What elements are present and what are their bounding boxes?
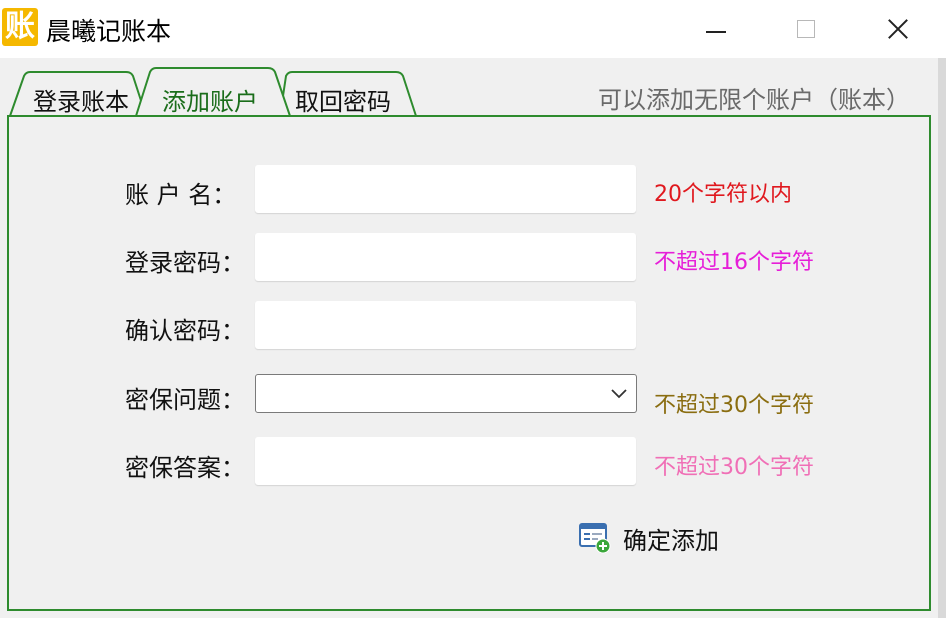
tab-recover-password[interactable]: 取回密码: [295, 82, 391, 117]
maximize-icon: [797, 20, 815, 38]
chevron-down-icon: [611, 389, 627, 399]
security-question-label: 密保问题：: [125, 386, 245, 414]
login-password-label: 登录密码：: [125, 249, 245, 277]
maximize-button[interactable]: [760, 0, 852, 58]
login-password-input[interactable]: [255, 233, 636, 281]
security-question-select[interactable]: [255, 374, 637, 413]
account-name-label: 账 户 名：: [125, 181, 237, 209]
close-icon: [887, 18, 909, 40]
window-right-edge: [938, 58, 946, 618]
app-logo-icon: 账: [2, 8, 38, 46]
tab-add-account[interactable]: 添加账户: [162, 82, 258, 117]
minimize-icon: [706, 31, 726, 33]
security-answer-hint: 不超过30个字符: [654, 455, 814, 480]
minimize-button[interactable]: [670, 0, 762, 58]
window-title: 晨曦记账本: [46, 17, 172, 46]
title-bar: 账 晨曦记账本: [0, 0, 946, 58]
confirm-add-label: 确定添加: [623, 527, 719, 555]
account-name-input[interactable]: [255, 165, 636, 213]
account-name-hint: 20个字符以内: [654, 182, 792, 207]
security-question-hint: 不超过30个字符: [654, 393, 814, 418]
security-answer-label: 密保答案：: [125, 454, 245, 482]
confirm-password-label: 确认密码：: [125, 317, 245, 345]
security-answer-input[interactable]: [255, 437, 636, 485]
tab-login-account[interactable]: 登录账本: [33, 82, 129, 117]
tab-hint-text: 可以添加无限个账户（账本）: [598, 86, 910, 114]
confirm-password-input[interactable]: [255, 301, 636, 349]
close-button[interactable]: [852, 0, 944, 58]
form-add-icon: [579, 523, 611, 554]
login-password-hint: 不超过16个字符: [654, 250, 814, 275]
